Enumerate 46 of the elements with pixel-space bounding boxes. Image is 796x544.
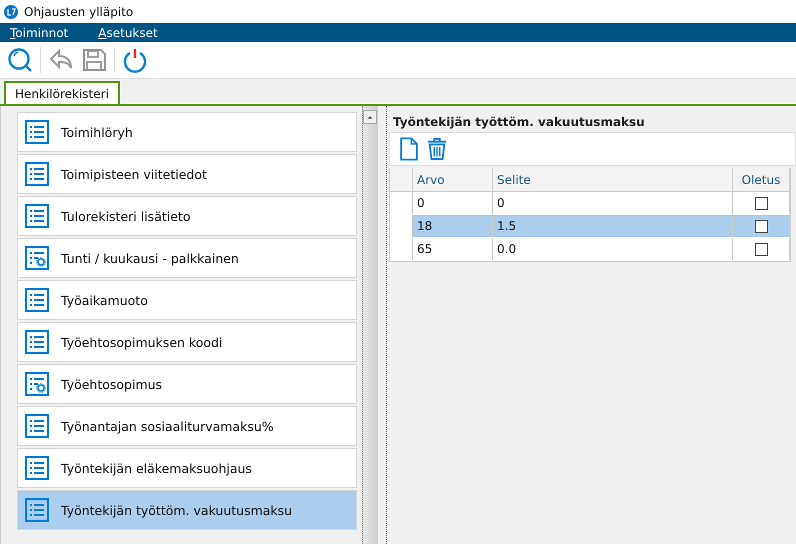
list-icon <box>25 162 49 186</box>
table-cell: 65 <box>413 238 493 260</box>
list-item[interactable]: Työehtosopimuksen koodi <box>17 322 357 362</box>
list-item[interactable]: Tulorekisteri lisätieto <box>17 196 357 236</box>
table-cell: 0.0 <box>493 238 733 260</box>
tab[interactable]: Henkilörekisteri <box>4 81 120 104</box>
list-gear-icon <box>25 372 49 396</box>
table-cell: 1.5 <box>493 215 733 237</box>
list-item[interactable]: Työaikamuoto <box>17 280 357 320</box>
list-icon <box>25 204 49 228</box>
list-icon <box>25 330 49 354</box>
table-cell: 18 <box>413 215 493 237</box>
list-item[interactable]: Työntekijän työttöm. vakuutusmaksu <box>17 490 357 530</box>
power-icon[interactable] <box>122 47 148 73</box>
new-document-icon[interactable] <box>398 137 420 161</box>
table-row[interactable]: 18 1.5 <box>390 215 790 238</box>
table-cell: 0 <box>413 192 493 214</box>
column-header[interactable]: Selite <box>493 168 733 191</box>
scroll-up-icon[interactable] <box>363 110 377 124</box>
list-icon <box>25 498 49 522</box>
window-title: Ohjausten ylläpito <box>24 4 134 18</box>
table-row[interactable]: 65 0.0 <box>390 238 790 261</box>
list-icon <box>25 414 49 438</box>
panel-title: Työntekijän työttöm. vakuutusmaksu <box>392 114 646 131</box>
column-header[interactable]: Oletus <box>733 168 790 191</box>
list-gear-icon <box>25 246 49 270</box>
checkbox[interactable] <box>754 220 768 232</box>
list-item[interactable]: Työnantajan sosiaaliturvamaksu% <box>17 406 357 446</box>
list-icon <box>25 120 49 144</box>
list-item[interactable]: Työntekijän eläkemaksuohjaus <box>17 448 357 488</box>
list-icon <box>25 456 49 480</box>
checkbox[interactable] <box>754 196 768 210</box>
list-item[interactable]: Työehtosopimus <box>17 364 357 404</box>
list-item[interactable]: Tunti / kuukausi - palkkainen <box>17 238 357 278</box>
list-item[interactable]: Toimipisteen viitetiedot <box>17 154 357 194</box>
list-icon <box>25 288 49 312</box>
column-header[interactable]: Arvo <box>413 168 493 191</box>
table-cell: 0 <box>493 192 733 214</box>
scrollbar[interactable] <box>362 106 378 544</box>
search-icon[interactable] <box>7 47 33 73</box>
checkbox[interactable] <box>754 242 768 256</box>
trash-icon[interactable] <box>426 137 448 161</box>
list-item[interactable]: Toimihlöryh <box>17 112 357 152</box>
app-logo-icon <box>4 4 18 18</box>
menu-item[interactable]: Asetukset <box>98 26 158 40</box>
menu-item[interactable]: Toiminnot <box>10 26 68 40</box>
